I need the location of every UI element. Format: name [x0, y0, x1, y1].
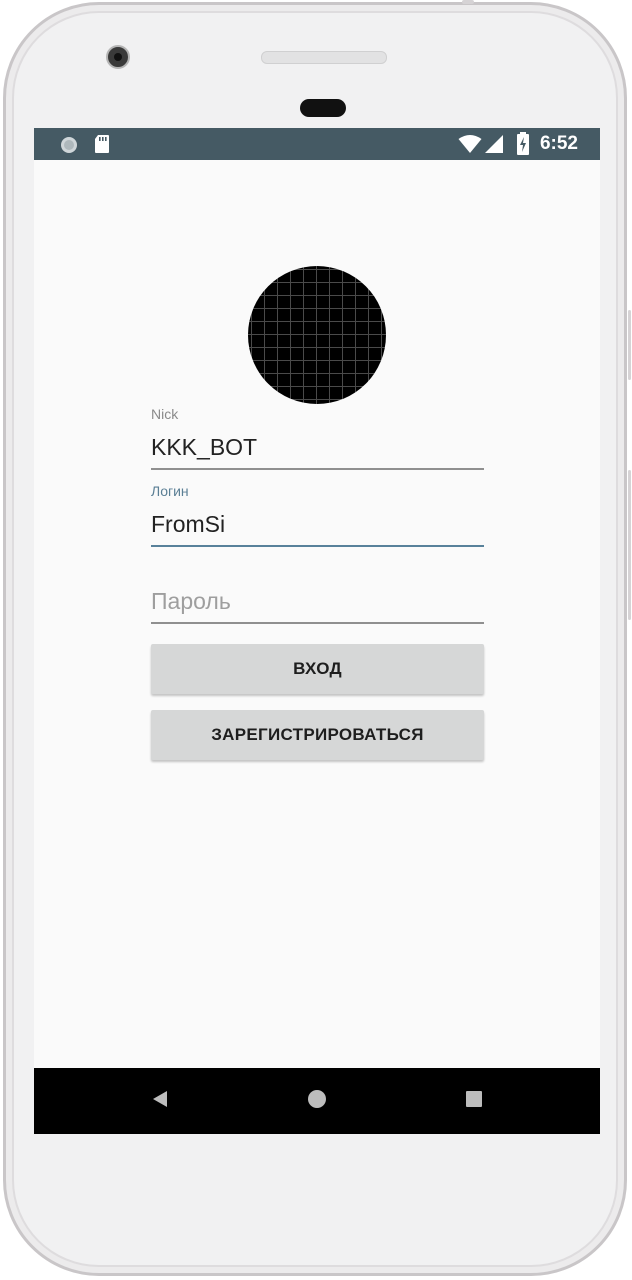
circle-notification-icon	[60, 136, 78, 159]
status-bar: 6:52	[34, 128, 600, 160]
wifi-icon	[458, 134, 482, 159]
power-button	[628, 310, 631, 380]
sd-card-icon	[94, 134, 110, 159]
navigation-bar	[34, 1068, 600, 1134]
volume-button	[628, 470, 631, 620]
avatar-image[interactable]	[248, 266, 386, 404]
login-field[interactable]: FromSi	[151, 507, 484, 547]
top-edge-button	[462, 0, 474, 4]
nick-field[interactable]: KKK_BOT	[151, 430, 484, 470]
login-value: FromSi	[151, 511, 226, 537]
register-button[interactable]: ЗАРЕГИСТРИРОВАТЬСЯ	[151, 710, 484, 760]
back-icon	[151, 1090, 169, 1113]
home-icon	[307, 1089, 327, 1114]
login-label: Логин	[151, 483, 189, 499]
earpiece-speaker	[261, 51, 387, 64]
password-field[interactable]: Пароль	[151, 584, 484, 624]
status-time: 6:52	[539, 133, 578, 154]
nick-value: KKK_BOT	[151, 434, 258, 460]
recents-button[interactable]	[444, 1068, 504, 1134]
proximity-sensor	[300, 99, 346, 117]
signal-icon	[484, 134, 504, 159]
device-screen: 6:52 Nick KKK_BOT Логин FromSi Пароль ВХ…	[34, 128, 600, 1134]
battery-charging-icon	[516, 132, 530, 161]
home-button[interactable]	[287, 1068, 347, 1134]
front-camera	[106, 45, 130, 69]
login-button[interactable]: ВХОД	[151, 644, 484, 694]
back-button[interactable]	[130, 1068, 190, 1134]
nick-label: Nick	[151, 406, 179, 422]
recents-icon	[466, 1090, 482, 1112]
password-placeholder: Пароль	[151, 588, 231, 614]
